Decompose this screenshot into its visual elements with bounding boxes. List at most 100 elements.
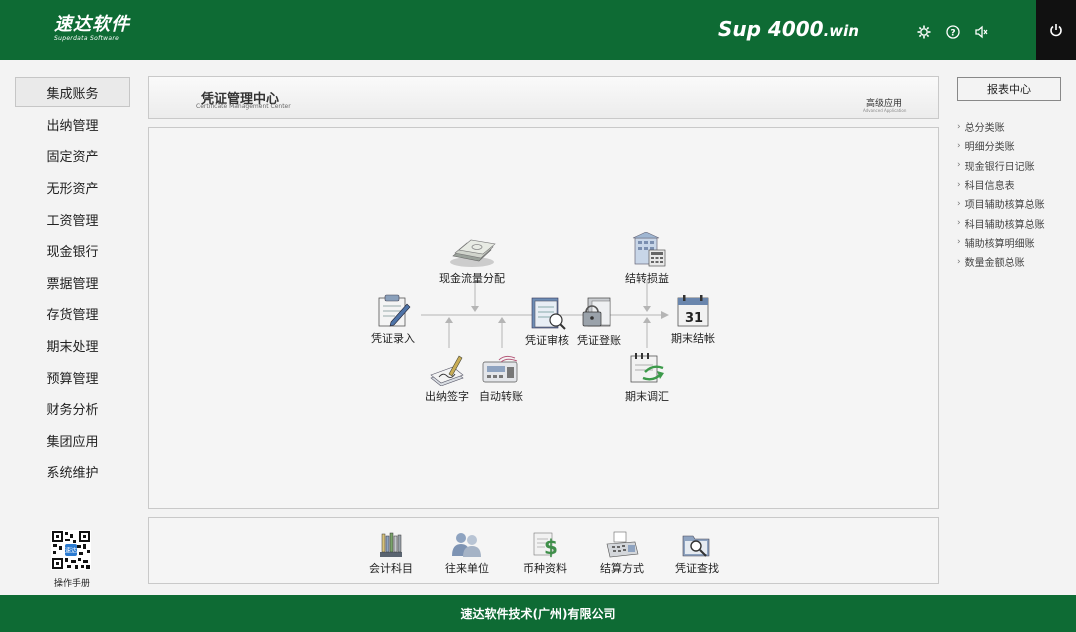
report-item-label: 明细分类账	[964, 142, 1015, 154]
voucher-search-icon	[682, 535, 710, 557]
calendar-exchange-icon	[630, 353, 664, 383]
report-item[interactable]: › 数量金额总账	[957, 252, 1067, 271]
power-button[interactable]	[1036, 0, 1076, 60]
svg-text:?: ?	[950, 29, 955, 39]
tool-label-settlement: 结算方式	[600, 562, 644, 575]
report-list: › 总分类账 › 明细分类账 › 现金银行日记账 › 科目信息表 › 项目辅助核算总账 ›…	[957, 117, 1067, 271]
sidebar-item-system[interactable]: 系统维护	[15, 456, 130, 488]
flow-label-voucher-post: 凭证登账	[577, 334, 621, 347]
report-item[interactable]: › 科目信息表	[957, 175, 1067, 194]
power-icon	[1050, 24, 1062, 37]
tool-label-currency: 币种资料	[523, 562, 567, 575]
sidebar-item-financial-analysis[interactable]: 财务分析	[15, 393, 130, 425]
report-item[interactable]: › 辅助核算明细账	[957, 233, 1067, 252]
locked-book-icon	[582, 297, 611, 327]
help-icon[interactable]: ?	[946, 24, 960, 39]
tool-label-partners: 往来单位	[445, 562, 489, 575]
tool-currency[interactable]: $ 币种资料	[523, 530, 567, 576]
calendar-icon: 31	[677, 295, 709, 327]
flow-label-profit-transfer: 结转损益	[625, 272, 669, 285]
sidebar-item-group[interactable]: 集团应用	[15, 425, 130, 457]
manual-label[interactable]: 操作手册	[50, 576, 94, 589]
flow-node-voucher-audit[interactable]: 凭证审核	[525, 296, 569, 348]
page-subtitle: Certificate Management Center	[196, 103, 291, 110]
sound-icon[interactable]	[974, 24, 988, 39]
flow-node-period-adjust[interactable]: 期末调汇	[625, 352, 669, 404]
chevron-right-icon: ›	[957, 121, 961, 132]
flow-node-voucher-post[interactable]: 凭证登账	[577, 296, 621, 348]
flow-node-cashier-sign[interactable]: 出纳签字	[425, 352, 469, 404]
logo-subtext: Superdata Software	[54, 35, 120, 42]
sidebar-item-cash-bank[interactable]: 现金银行	[15, 235, 130, 267]
currency-icon: $	[533, 532, 558, 558]
sidebar-item-inventory[interactable]: 存货管理	[15, 298, 130, 330]
report-item-label: 现金银行日记账	[964, 161, 1035, 173]
tool-label-accounts: 会计科目	[369, 562, 413, 575]
tool-accounts[interactable]: 会计科目	[369, 530, 413, 576]
chevron-right-icon: ›	[957, 218, 961, 229]
advanced-app-subtext: Advanced Application	[863, 108, 907, 113]
flow-label-period-close: 期末结帐	[671, 332, 715, 345]
flow-node-profit-transfer[interactable]: 结转损益	[625, 232, 669, 286]
chevron-right-icon: ›	[957, 160, 961, 171]
flow-label-cashier-sign: 出纳签字	[425, 390, 469, 403]
tool-voucher-search[interactable]: 凭证查找	[675, 530, 719, 576]
report-item-label: 科目辅助核算总账	[964, 219, 1045, 231]
report-center-button[interactable]: 报表中心	[957, 77, 1061, 101]
flow-label-voucher-audit: 凭证审核	[525, 334, 569, 347]
voucher-flow-panel: 现金流量分配 结转损益 凭证录入 凭证审核 凭证登账 31 期末结帐 出纳签字 …	[148, 127, 939, 509]
voucher-center-header: 凭证管理中心 Certificate Management Center 高级应…	[148, 76, 939, 119]
module-sidebar: 集成账务 出纳管理 固定资产 无形资产 工资管理 现金银行 票据管理 存货管理 …	[15, 77, 130, 488]
report-item-label: 总分类账	[964, 123, 1005, 135]
settings-icon[interactable]	[917, 24, 931, 39]
product-suffix: .win	[823, 22, 859, 40]
report-item[interactable]: › 科目辅助核算总账	[957, 213, 1067, 232]
quick-tools-panel: 会计科目 往来单位 $ 币种资料 结算方式 凭证查找	[148, 517, 939, 584]
sidebar-item-bills[interactable]: 票据管理	[15, 267, 130, 299]
flow-label-voucher-entry: 凭证录入	[371, 332, 415, 345]
tool-label-voucher-search: 凭证查找	[675, 562, 719, 575]
chevron-right-icon: ›	[957, 256, 961, 267]
sidebar-item-ledger[interactable]: 集成账务	[15, 77, 130, 107]
app-header: 速达软件 Superdata Software Sup 4000.win ?	[0, 0, 1076, 60]
report-item[interactable]: › 现金银行日记账	[957, 156, 1067, 175]
product-title: Sup 4000	[718, 17, 824, 41]
qr-code-icon[interactable]: 速达	[51, 530, 91, 570]
tool-partners[interactable]: 往来单位	[445, 530, 489, 576]
app-footer: 速达软件技术(广州)有限公司	[0, 595, 1076, 632]
chevron-right-icon: ›	[957, 237, 961, 248]
logo-text: 速达软件	[54, 14, 130, 35]
logo: 速达软件 Superdata Software	[54, 15, 130, 43]
money-stack-icon	[450, 239, 496, 267]
sidebar-item-period-end[interactable]: 期末处理	[15, 330, 130, 362]
report-item[interactable]: › 总分类账	[957, 117, 1067, 136]
company-name: 速达软件技术(广州)有限公司	[460, 607, 616, 621]
svg-text:$: $	[544, 535, 558, 558]
flow-label-cashflow: 现金流量分配	[439, 272, 505, 285]
report-item-label: 数量金额总账	[964, 258, 1025, 270]
report-item[interactable]: › 明细分类账	[957, 136, 1067, 155]
voucher-edit-icon	[378, 294, 411, 327]
flow-node-auto-transfer[interactable]: 自动转账	[479, 352, 523, 404]
sidebar-item-budget[interactable]: 预算管理	[15, 361, 130, 393]
product-name: Sup 4000.win	[718, 17, 859, 41]
sidebar-item-payroll[interactable]: 工资管理	[15, 203, 130, 235]
tool-settlement[interactable]: 结算方式	[600, 530, 644, 576]
flow-label-auto-transfer: 自动转账	[479, 390, 523, 403]
partners-icon	[452, 533, 481, 557]
report-item[interactable]: › 项目辅助核算总账	[957, 194, 1067, 213]
flow-node-voucher-entry[interactable]: 凭证录入	[371, 294, 415, 346]
sidebar-item-fixed-assets[interactable]: 固定资产	[15, 140, 130, 172]
accounts-icon	[380, 532, 402, 557]
folder-audit-icon	[531, 297, 566, 330]
chevron-right-icon: ›	[957, 140, 961, 151]
settlement-icon	[606, 531, 639, 558]
chevron-right-icon: ›	[957, 198, 961, 209]
sidebar-item-cashier[interactable]: 出纳管理	[15, 109, 130, 141]
chevron-right-icon: ›	[957, 179, 961, 190]
report-item-label: 科目信息表	[964, 181, 1015, 193]
sidebar-item-intangible-assets[interactable]: 无形资产	[15, 172, 130, 204]
flow-node-period-close[interactable]: 31 期末结帐	[671, 294, 715, 346]
flow-node-cashflow[interactable]: 现金流量分配	[439, 238, 505, 286]
flow-label-period-adjust: 期末调汇	[625, 390, 669, 403]
